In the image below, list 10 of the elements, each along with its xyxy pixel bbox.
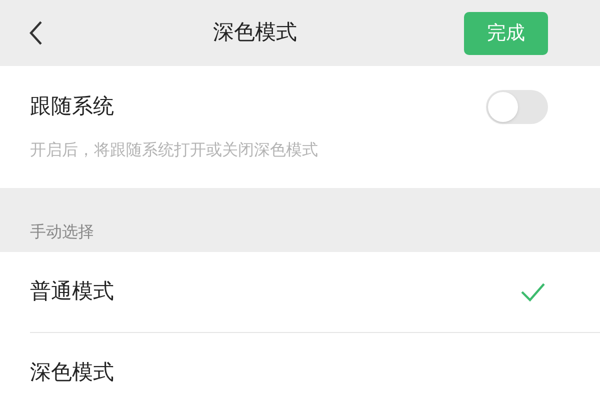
option-label: 深色模式 [30, 358, 114, 386]
check-icon [520, 282, 546, 302]
setting-label: 跟随系统 [30, 93, 114, 120]
toggle-switch[interactable] [486, 90, 548, 124]
option-row[interactable]: 深色模式 [30, 332, 600, 400]
section-label: 手动选择 [30, 221, 94, 243]
option-row[interactable]: 普通模式 [30, 252, 600, 332]
option-label: 普通模式 [30, 278, 114, 306]
setting-description: 开启后，将跟随系统打开或关闭深色模式 [30, 139, 319, 161]
page-title: 深色模式 [213, 19, 297, 46]
